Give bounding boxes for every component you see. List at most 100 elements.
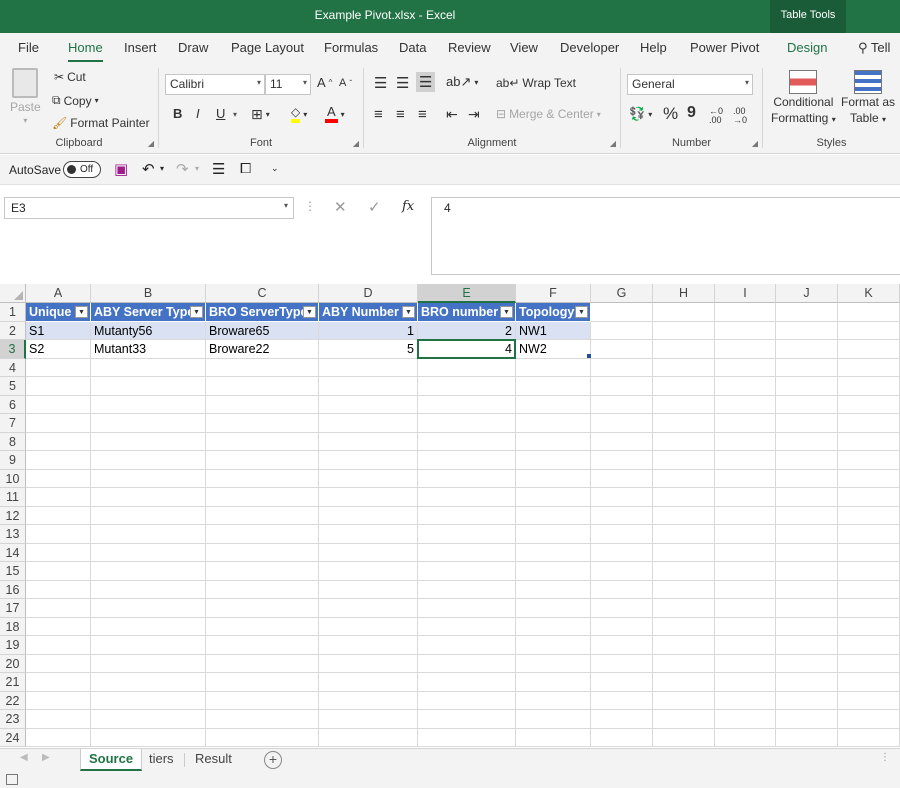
- cell-f19[interactable]: [516, 636, 591, 655]
- cell-d2[interactable]: 1: [319, 321, 418, 340]
- cell-k1[interactable]: [838, 303, 900, 322]
- filter-dropdown-icon[interactable]: ▼: [75, 306, 88, 318]
- cell-i6[interactable]: [715, 395, 776, 414]
- cell-d10[interactable]: [319, 469, 418, 488]
- table-resize-handle[interactable]: [587, 353, 591, 358]
- cell-a2[interactable]: S1: [26, 321, 91, 340]
- cell-f20[interactable]: [516, 654, 591, 673]
- cell-c19[interactable]: [206, 636, 319, 655]
- cell-f9[interactable]: [516, 451, 591, 470]
- cell-j10[interactable]: [776, 469, 838, 488]
- format-painter-button[interactable]: 🖌 Format Painter: [52, 116, 150, 130]
- cell-e14[interactable]: [418, 543, 516, 562]
- cell-d15[interactable]: [319, 562, 418, 581]
- cell-j14[interactable]: [776, 543, 838, 562]
- add-sheet-button[interactable]: +: [264, 751, 282, 769]
- cell-i5[interactable]: [715, 377, 776, 396]
- cell-k18[interactable]: [838, 617, 900, 636]
- cell-c17[interactable]: [206, 599, 319, 618]
- cell-k4[interactable]: [838, 358, 900, 377]
- row-header-20[interactable]: 20: [0, 654, 26, 673]
- cell-j1[interactable]: [776, 303, 838, 322]
- cell-h17[interactable]: [653, 599, 715, 618]
- cell-b5[interactable]: [91, 377, 206, 396]
- chevron-down-icon[interactable]: ▾: [284, 201, 288, 210]
- cell-g16[interactable]: [591, 580, 653, 599]
- cell-a18[interactable]: [26, 617, 91, 636]
- row-header-21[interactable]: 21: [0, 673, 26, 692]
- cell-b24[interactable]: [91, 728, 206, 747]
- row-header-5[interactable]: 5: [0, 377, 26, 396]
- cell-c7[interactable]: [206, 414, 319, 433]
- cell-g3[interactable]: [591, 340, 653, 359]
- cell-g20[interactable]: [591, 654, 653, 673]
- row-header-8[interactable]: 8: [0, 432, 26, 451]
- cell-e20[interactable]: [418, 654, 516, 673]
- cell-i19[interactable]: [715, 636, 776, 655]
- column-header-k[interactable]: K: [838, 284, 900, 303]
- font-color-button[interactable]: A ▾: [325, 105, 345, 123]
- cell-a17[interactable]: [26, 599, 91, 618]
- cell-e2[interactable]: 2: [418, 321, 516, 340]
- column-header-i[interactable]: I: [715, 284, 776, 303]
- cell-e23[interactable]: [418, 710, 516, 729]
- cell-d22[interactable]: [319, 691, 418, 710]
- cell-e6[interactable]: [418, 395, 516, 414]
- cell-g21[interactable]: [591, 673, 653, 692]
- cell-i9[interactable]: [715, 451, 776, 470]
- cell-e24[interactable]: [418, 728, 516, 747]
- percent-button[interactable]: %: [663, 104, 678, 124]
- cell-e10[interactable]: [418, 469, 516, 488]
- cell-b7[interactable]: [91, 414, 206, 433]
- column-header-a[interactable]: A: [26, 284, 91, 303]
- cell-k2[interactable]: [838, 321, 900, 340]
- cell-f11[interactable]: [516, 488, 591, 507]
- cell-g24[interactable]: [591, 728, 653, 747]
- cell-d18[interactable]: [319, 617, 418, 636]
- cell-b1[interactable]: ABY Server Type ▼: [91, 303, 206, 322]
- tell-me-search[interactable]: ⚲ Tell: [858, 40, 890, 56]
- wrap-text-button[interactable]: ab↵ Wrap Text: [496, 76, 576, 90]
- cell-b10[interactable]: [91, 469, 206, 488]
- cell-e13[interactable]: [418, 525, 516, 544]
- cell-c24[interactable]: [206, 728, 319, 747]
- align-right-button[interactable]: ≡: [418, 106, 427, 123]
- tab-view[interactable]: View: [510, 40, 538, 55]
- cell-b11[interactable]: [91, 488, 206, 507]
- row-header-4[interactable]: 4: [0, 358, 26, 377]
- cell-c20[interactable]: [206, 654, 319, 673]
- cell-b12[interactable]: [91, 506, 206, 525]
- cell-i17[interactable]: [715, 599, 776, 618]
- increase-indent-button[interactable]: ⇥: [468, 106, 480, 123]
- cell-h5[interactable]: [653, 377, 715, 396]
- format-as-table-button[interactable]: Format as Table ▾: [841, 70, 895, 127]
- cell-a11[interactable]: [26, 488, 91, 507]
- filter-dropdown-icon[interactable]: ▼: [402, 306, 415, 318]
- cell-a19[interactable]: [26, 636, 91, 655]
- cell-j6[interactable]: [776, 395, 838, 414]
- cell-j2[interactable]: [776, 321, 838, 340]
- column-header-h[interactable]: H: [653, 284, 715, 303]
- cell-f21[interactable]: [516, 673, 591, 692]
- cell-d21[interactable]: [319, 673, 418, 692]
- cell-f24[interactable]: [516, 728, 591, 747]
- cell-d16[interactable]: [319, 580, 418, 599]
- cell-i11[interactable]: [715, 488, 776, 507]
- cell-f7[interactable]: [516, 414, 591, 433]
- cell-b9[interactable]: [91, 451, 206, 470]
- cell-h16[interactable]: [653, 580, 715, 599]
- cell-j23[interactable]: [776, 710, 838, 729]
- cell-d4[interactable]: [319, 358, 418, 377]
- cell-c22[interactable]: [206, 691, 319, 710]
- cell-k13[interactable]: [838, 525, 900, 544]
- cell-f2[interactable]: NW1: [516, 321, 591, 340]
- column-header-g[interactable]: G: [591, 284, 653, 303]
- fill-color-button[interactable]: ◇ ▾: [291, 106, 307, 123]
- cell-b8[interactable]: [91, 432, 206, 451]
- cell-a13[interactable]: [26, 525, 91, 544]
- tab-page-layout[interactable]: Page Layout: [231, 40, 304, 55]
- cell-f3[interactable]: NW2: [516, 340, 591, 359]
- cell-g8[interactable]: [591, 432, 653, 451]
- cell-a15[interactable]: [26, 562, 91, 581]
- save-icon[interactable]: ▣: [114, 160, 128, 178]
